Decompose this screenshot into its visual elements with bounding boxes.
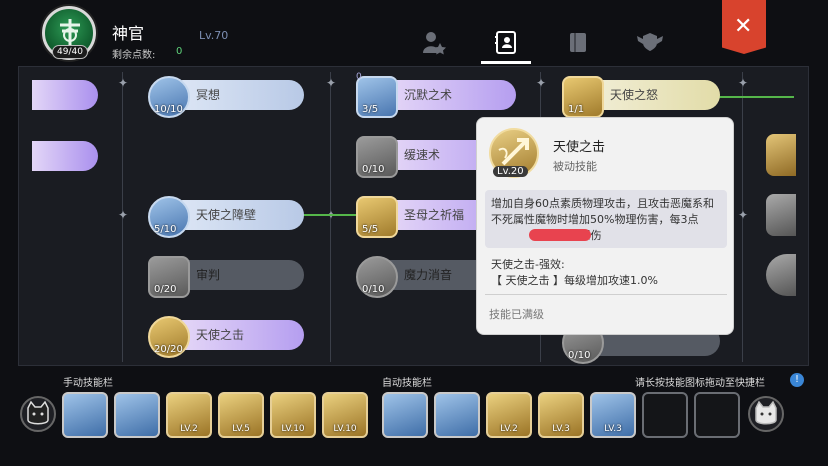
tooltip-enhance-desc: 【 天使之击 】每级增加攻速1.0% (491, 274, 658, 287)
manual-slot-1[interactable] (62, 392, 108, 438)
skill-silence[interactable]: 沉默之术 3/5 0 (356, 72, 516, 118)
tier-star-icon: ✦ (325, 76, 337, 90)
skill-count: 0/10 (362, 164, 385, 175)
info-icon[interactable]: ! (790, 373, 804, 387)
skill-pill-partial[interactable] (32, 80, 98, 110)
tooltip-divider (485, 294, 727, 295)
tab-emblem[interactable] (626, 22, 674, 62)
tier-star-icon: ✦ (535, 76, 547, 90)
remaining-points-value: 0 (176, 46, 183, 57)
close-icon: ✕ (734, 14, 753, 39)
skill-badge: 0 (356, 72, 362, 82)
remaining-points-label: 剩余点数: (112, 50, 156, 61)
tier-star-icon: ✦ (117, 208, 129, 222)
close-button[interactable]: ✕ (722, 0, 766, 54)
tier-star-icon: ✦ (117, 76, 129, 90)
manual-slot-4[interactable]: LV.5 (218, 392, 264, 438)
auto-slot-empty[interactable] (694, 392, 740, 438)
tooltip-status: 技能已满级 (489, 308, 544, 321)
skill-count: 0/10 (568, 350, 591, 361)
skill-angel-barrier[interactable]: 天使之障壁 5/10 (148, 196, 304, 238)
skill-tooltip: Lv.20 天使之击 被动技能 增加自身60点素质物理攻击，且攻击恶魔系和不死属… (476, 117, 734, 335)
auto-skill-bar-label: 自动技能栏 (382, 378, 432, 389)
auto-slot-2[interactable] (434, 392, 480, 438)
skill-angel-wrath[interactable]: 天使之怒 1/1 (562, 76, 720, 118)
manual-slot-6[interactable]: LV.10 (322, 392, 368, 438)
skill-judgment[interactable]: 审判 0/20 (148, 256, 304, 298)
tooltip-level: Lv.20 (493, 166, 528, 177)
manual-slot-5[interactable]: LV.10 (270, 392, 316, 438)
drag-hint: 请长按技能图标拖动至快捷栏 (635, 378, 765, 389)
auto-slot-3[interactable]: LV.2 (486, 392, 532, 438)
skill-icon-partial[interactable] (766, 134, 796, 176)
tooltip-skill-type: 被动技能 (553, 160, 597, 173)
skill-count: 10/10 (154, 104, 183, 115)
skill-book-icon (495, 31, 516, 54)
tab-character[interactable] (410, 22, 458, 62)
manual-slot-2[interactable] (114, 392, 160, 438)
manual-slot-3[interactable]: LV.2 (166, 392, 212, 438)
book-icon (570, 33, 586, 52)
skill-count: 5/10 (154, 224, 177, 235)
tooltip-skill-name: 天使之击 (553, 140, 606, 155)
skill-count: 5/5 (362, 224, 379, 235)
tab-skills[interactable] (482, 22, 530, 62)
auto-slot-5[interactable]: LV.3 (590, 392, 636, 438)
auto-slot-4[interactable]: LV.3 (538, 392, 584, 438)
tier-star-icon: ✦ (737, 76, 749, 90)
skill-meditation[interactable]: 冥想 10/10 (148, 76, 304, 118)
character-star-icon (423, 32, 446, 55)
skill-icon-partial[interactable] (766, 194, 796, 236)
tree-link (302, 214, 356, 216)
tree-link (718, 96, 794, 98)
wing-shield-icon (637, 33, 663, 51)
class-level: Lv.70 (199, 29, 229, 42)
cat-face-icon[interactable] (748, 396, 784, 432)
skill-pill-partial[interactable] (32, 141, 98, 171)
tier-star-icon: ✦ (737, 208, 749, 222)
manual-skill-bar-label: 手动技能栏 (63, 378, 113, 389)
skill-count: 20/20 (154, 344, 183, 355)
tooltip-enhance-title: 天使之击-强效: (491, 258, 565, 271)
skill-count: 0/10 (362, 284, 385, 295)
points-badge: 49/40 (52, 45, 88, 59)
class-name: 神官 (112, 24, 145, 43)
redaction-mark (529, 229, 591, 241)
skill-count: 0/20 (154, 284, 177, 295)
skill-count: 1/1 (568, 104, 585, 115)
tooltip-description: 增加自身60点素质物理攻击，且攻击恶魔系和不死属性魔物时增加50%物理伤害，每3… (491, 197, 714, 242)
cat-face-icon[interactable] (20, 396, 56, 432)
tab-book[interactable] (554, 22, 602, 62)
auto-slot-empty[interactable] (642, 392, 688, 438)
auto-slot-1[interactable] (382, 392, 428, 438)
skill-count: 3/5 (362, 104, 379, 115)
skill-angel-strike[interactable]: 天使之击 20/20 (148, 316, 304, 358)
active-tab-indicator (481, 61, 531, 64)
